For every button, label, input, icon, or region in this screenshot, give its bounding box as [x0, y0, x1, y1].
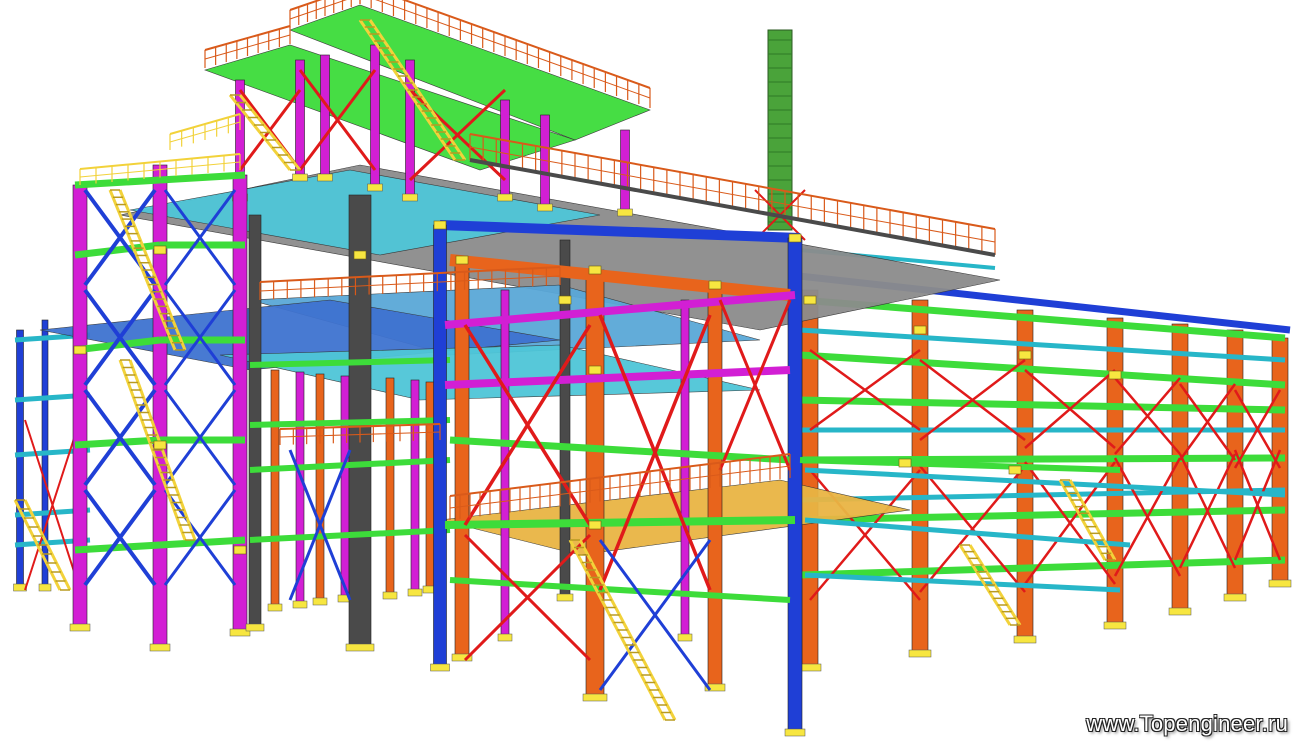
connection-plate	[153, 440, 167, 450]
base-plate	[497, 633, 513, 642]
front-right-beam	[804, 572, 1121, 593]
base-plate	[345, 643, 375, 652]
base-plate	[537, 203, 553, 212]
right-wing-column	[1106, 317, 1124, 629]
base-plate	[677, 633, 693, 642]
base-plate	[617, 208, 633, 217]
base-plate	[317, 173, 333, 182]
base-plate	[149, 643, 171, 652]
connection-plate	[788, 233, 802, 243]
tower-beam	[74, 176, 161, 189]
connection-plate	[588, 265, 602, 275]
base-plate	[38, 583, 52, 592]
connection-plate	[558, 295, 572, 305]
connection-plate	[433, 220, 447, 230]
connection-plate	[1108, 370, 1122, 380]
base-plate	[312, 597, 328, 606]
base-plate	[497, 193, 513, 202]
right-wing-beam	[799, 351, 1286, 389]
connection-plate	[233, 545, 247, 555]
right-wing-column	[1016, 309, 1034, 643]
base-plate	[1168, 607, 1192, 616]
base-plate	[367, 183, 383, 192]
base-plate	[1013, 635, 1037, 644]
base-plate	[1268, 579, 1292, 588]
middle-column	[410, 379, 420, 596]
connection-plate	[913, 325, 927, 335]
base-plate	[556, 593, 574, 602]
base-plate	[1103, 621, 1127, 630]
tower-column	[152, 164, 168, 651]
front-column	[585, 269, 605, 701]
left-edge-column	[16, 329, 24, 591]
tower-beam	[159, 171, 246, 184]
connection-plate	[455, 255, 469, 265]
upper-column	[295, 59, 305, 181]
connection-plate	[1008, 465, 1022, 475]
front-corner-column	[787, 237, 803, 736]
connection-plate	[588, 365, 602, 375]
base-plate	[407, 588, 423, 597]
middle-column	[340, 375, 350, 602]
base-plate	[784, 728, 806, 737]
watermark-text: www.Topengineer.ru	[1086, 711, 1288, 736]
tower-beam	[74, 541, 161, 554]
steel-structure-3d-model	[13, 0, 1292, 737]
connection-plate	[803, 295, 817, 305]
front-corner-column	[433, 224, 447, 671]
base-plate	[245, 623, 265, 632]
upper-column	[500, 99, 510, 201]
upper-column	[620, 129, 630, 216]
base-plate	[13, 583, 27, 592]
right-wing-beam	[799, 396, 1286, 414]
base-plate	[69, 623, 91, 632]
connection-plate	[153, 245, 167, 255]
base-plate	[382, 591, 398, 600]
base-plate	[582, 693, 608, 702]
connection-plate	[353, 250, 367, 260]
central-column	[559, 239, 571, 601]
middle-column	[385, 377, 395, 599]
middle-column	[425, 381, 435, 593]
base-plate	[908, 649, 932, 658]
base-plate	[402, 193, 418, 202]
front-beam	[444, 516, 796, 529]
base-plate	[430, 663, 450, 672]
connection-plate	[588, 520, 602, 530]
connection-plate	[708, 280, 722, 290]
connection-plate	[1018, 350, 1032, 360]
base-plate	[292, 600, 308, 609]
base-plate	[292, 173, 308, 182]
front-right-beam	[804, 467, 1286, 498]
middle-frame-layer	[69, 4, 651, 652]
right-wing-column	[801, 289, 819, 671]
front-column	[680, 299, 690, 641]
middle-column	[270, 369, 280, 611]
connection-plate	[73, 345, 87, 355]
upper-column	[320, 54, 330, 181]
base-plate	[1223, 593, 1247, 602]
middle-column	[315, 373, 325, 605]
connection-plate	[898, 458, 912, 468]
base-plate	[267, 603, 283, 612]
